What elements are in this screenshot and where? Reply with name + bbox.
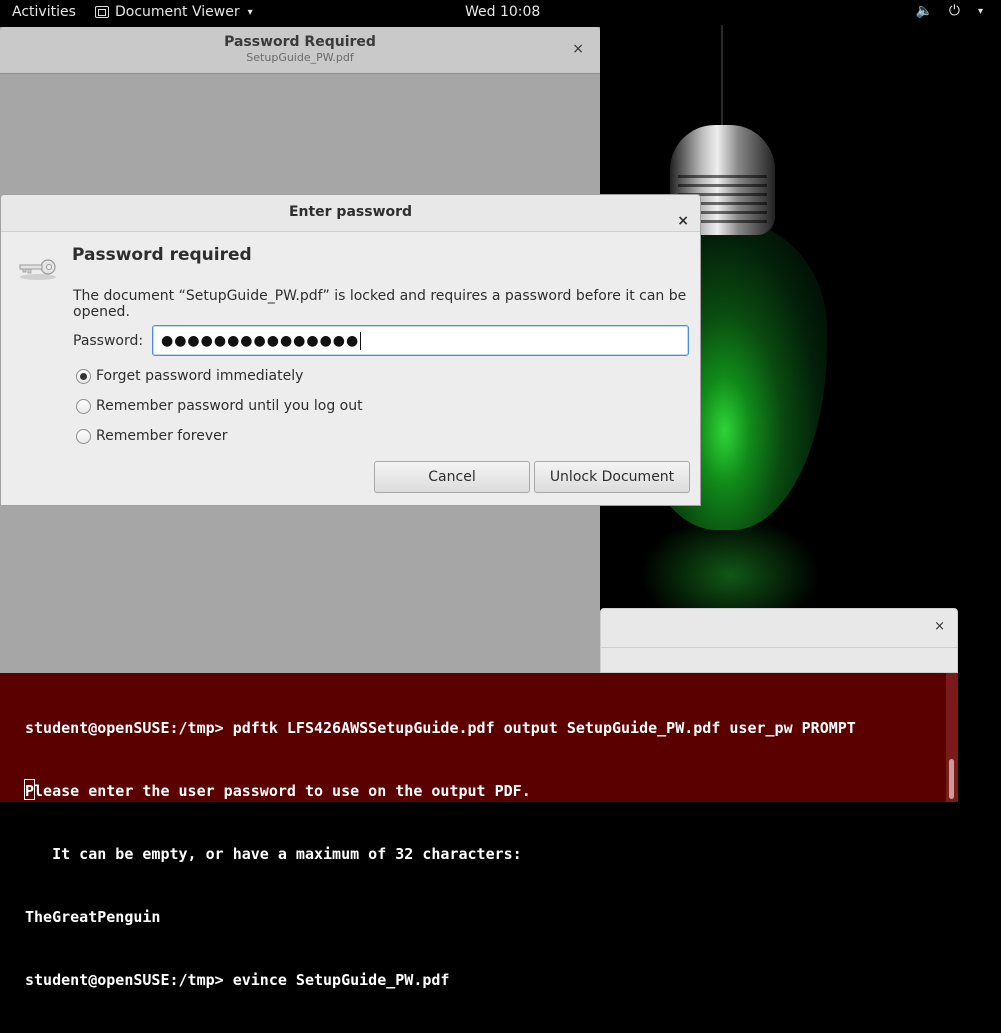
- dialog-message: The document “SetupGuide_PW.pdf” is lock…: [73, 288, 687, 320]
- close-icon[interactable]: ×: [572, 41, 584, 57]
- scrollbar-thumb[interactable]: [949, 759, 954, 799]
- password-value: ●●●●●●●●●●●●●●●: [161, 332, 360, 349]
- volume-icon: 🔈: [915, 3, 933, 19]
- close-icon[interactable]: ×: [677, 204, 689, 229]
- terminal-window-header[interactable]: ×: [600, 608, 958, 673]
- terminal-titlebar[interactable]: [601, 609, 957, 648]
- radio-label: Remember forever: [96, 428, 228, 444]
- dialog-heading: Password required: [72, 245, 252, 265]
- terminal-line: TheGreatPenguin: [25, 908, 161, 926]
- terminal-output[interactable]: student@openSUSE:/tmp> pdftk LFS426AWSSe…: [0, 673, 958, 989]
- radio-button[interactable]: [76, 368, 91, 384]
- radio-forget-immediately[interactable]: Forget password immediately: [76, 368, 303, 384]
- enter-password-dialog: Enter password × Password required The d…: [0, 194, 701, 506]
- terminal-scrollbar[interactable]: [946, 673, 958, 802]
- key-icon: [19, 259, 56, 280]
- text-cursor: [360, 331, 362, 350]
- radio-button[interactable]: [76, 428, 91, 444]
- close-icon[interactable]: ×: [934, 619, 945, 634]
- app-menu-label: Document Viewer: [115, 4, 240, 20]
- terminal-line: Please enter the user password to use on…: [25, 782, 531, 800]
- chevron-down-icon: ▾: [247, 6, 253, 18]
- power-icon: ⏻: [948, 3, 960, 19]
- terminal-line: student@openSUSE:/tmp> pdftk LFS426AWSSe…: [25, 719, 856, 737]
- system-menu[interactable]: 🔈 ⏻ ▾: [915, 3, 983, 19]
- password-input[interactable]: ●●●●●●●●●●●●●●●: [152, 325, 689, 356]
- chevron-down-icon: ▾: [977, 5, 983, 17]
- dialog-title: Enter password: [288, 204, 413, 220]
- unlock-document-button[interactable]: Unlock Document: [534, 461, 690, 493]
- app-menu[interactable]: Document Viewer ▾: [95, 4, 253, 20]
- radio-label: Forget password immediately: [96, 368, 304, 384]
- radio-label: Remember password until you log out: [96, 398, 363, 414]
- activities-button[interactable]: Activities: [12, 4, 76, 20]
- dialog-titlebar[interactable]: Enter password ×: [1, 195, 700, 232]
- terminal-line: student@openSUSE:/tmp> evince SetupGuide…: [25, 971, 450, 989]
- document-viewer-titlebar[interactable]: Password Required SetupGuide_PW.pdf ×: [0, 27, 600, 74]
- radio-remember-until-logout[interactable]: Remember password until you log out: [76, 398, 363, 414]
- radio-button[interactable]: [76, 398, 91, 414]
- top-bar: Activities Document Viewer ▾ Wed 10:08 🔈…: [0, 0, 1001, 25]
- bulb-wire: [721, 25, 723, 135]
- document-viewer-icon: [95, 6, 109, 18]
- window-subtitle: SetupGuide_PW.pdf: [246, 51, 354, 64]
- terminal-line: It can be empty, or have a maximum of 32…: [25, 845, 522, 863]
- radio-remember-forever[interactable]: Remember forever: [76, 428, 228, 444]
- terminal-cursor: [24, 779, 35, 800]
- cancel-button[interactable]: Cancel: [374, 461, 530, 493]
- terminal-lines: student@openSUSE:/tmp> pdftk LFS426AWSSe…: [25, 676, 856, 1033]
- clock[interactable]: Wed 10:08: [465, 4, 540, 20]
- password-label: Password:: [73, 333, 144, 349]
- window-title: Password Required: [224, 34, 376, 50]
